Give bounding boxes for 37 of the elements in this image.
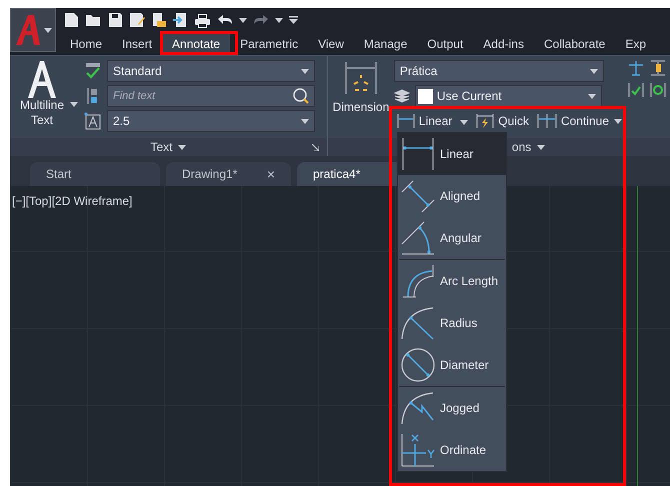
menu-item[interactable]: Radius: [398, 302, 506, 344]
dimension-tool-button[interactable]: Quick: [473, 112, 532, 130]
dimension-button[interactable]: Dimension: [332, 60, 390, 138]
find-text-field[interactable]: Find text: [107, 85, 315, 107]
file-tab-label[interactable]: Drawing1*: [182, 167, 238, 181]
dimension-style-dropdown[interactable]: Prática: [394, 60, 604, 82]
file-tab-label[interactable]: pratica4*: [313, 167, 360, 181]
ribbon-tab[interactable]: Output: [417, 34, 474, 54]
ribbon-tab[interactable]: Add-ins: [473, 34, 534, 54]
multiline-text-button[interactable]: Multiline Text: [14, 60, 70, 138]
text-height-dropdown[interactable]: 2.5: [107, 110, 315, 132]
file-tab[interactable]: Start: [30, 162, 160, 186]
file-tab-label[interactable]: Start: [46, 167, 72, 181]
menu-item[interactable]: Linear: [398, 133, 506, 175]
ribbon-tab[interactable]: Parametric: [230, 34, 308, 54]
close-tab-button[interactable]: ×: [266, 166, 275, 182]
linear-split-button[interactable]: Linear: [394, 112, 472, 130]
viewport-label[interactable]: [−][Top][2D Wireframe]: [12, 194, 132, 208]
ribbon-tab[interactable]: Exp: [615, 34, 656, 54]
menu-item[interactable]: Angular: [398, 217, 506, 259]
ribbon-tab[interactable]: Manage: [354, 34, 418, 54]
ribbon-tab[interactable]: Home: [60, 34, 112, 54]
panel-title[interactable]: Text: [150, 140, 172, 154]
menu-item[interactable]: Arc Length: [398, 260, 506, 302]
text-input[interactable]: Find text: [113, 90, 293, 102]
menu-item[interactable]: Jogged: [398, 387, 506, 429]
ribbon-tab[interactable]: View: [308, 34, 354, 54]
ribbon-tab[interactable]: Insert: [112, 34, 162, 54]
text-style-dropdown[interactable]: Standard: [107, 60, 315, 82]
file-tab[interactable]: Drawing1* ×: [166, 162, 291, 186]
menu-item[interactable]: Ordinate: [398, 429, 506, 471]
layer-name: Use Current: [436, 89, 502, 103]
layer-dropdown[interactable]: Use Current: [414, 85, 602, 107]
menu-item[interactable]: Diameter: [398, 344, 506, 386]
ribbon-tab[interactable]: Collaborate: [534, 34, 616, 54]
panel-title[interactable]: ons: [512, 140, 532, 154]
dimension-tool-button[interactable]: Continue: [534, 112, 612, 130]
